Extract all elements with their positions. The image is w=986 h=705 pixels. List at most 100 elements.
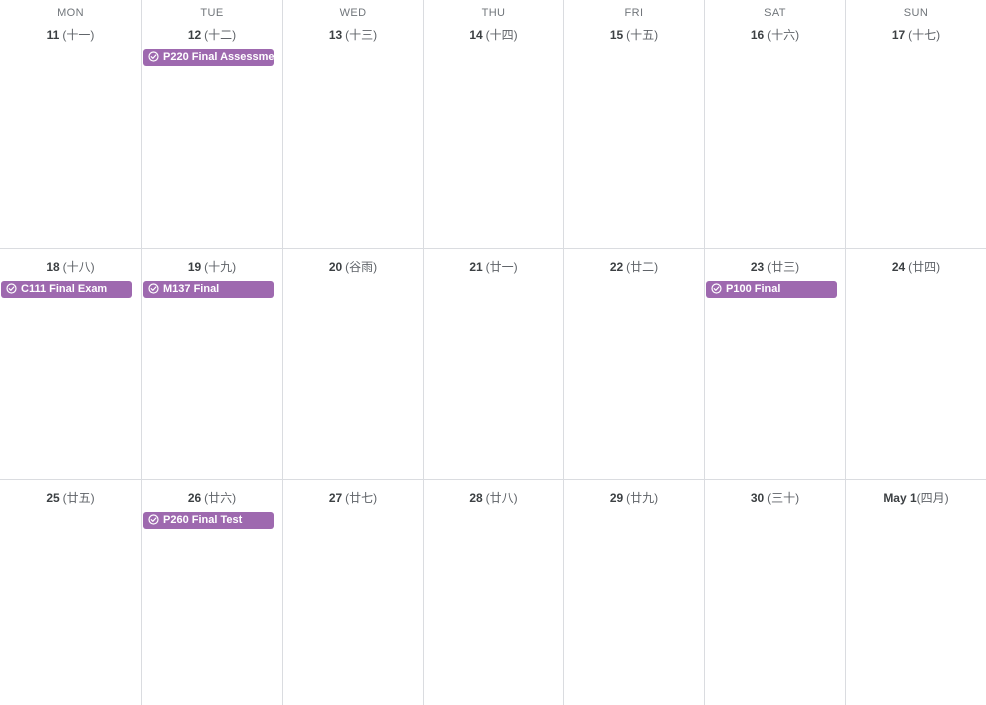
event-title: P220 Final Assessment — [163, 51, 274, 63]
day-cell[interactable]: WED 13 (十三) — [283, 0, 424, 249]
day-cell[interactable]: FRI 15 (十五) — [564, 0, 705, 249]
event-chip[interactable]: P260 Final Test — [143, 512, 274, 529]
date-number: 20 — [328, 260, 343, 274]
lunar-date: (十二) — [204, 28, 237, 42]
date-number: 24 — [891, 260, 906, 274]
day-cell[interactable]: 28 (廿八) — [424, 480, 564, 705]
lunar-date: (谷雨) — [345, 260, 378, 274]
day-number[interactable]: 23 (廿三) — [705, 258, 845, 275]
lunar-date: (廿四) — [908, 260, 941, 274]
event-chip[interactable]: P100 Final — [706, 281, 837, 298]
day-cell[interactable]: 19 (十九) M137 Final — [142, 249, 283, 480]
event-title: C111 Final Exam — [21, 283, 108, 295]
day-number[interactable]: 15 (十五) — [564, 26, 704, 43]
lunar-date: (廿五) — [62, 491, 95, 505]
day-number[interactable]: 27 (廿七) — [283, 489, 423, 506]
task-check-circle-icon — [711, 283, 722, 294]
lunar-date: (廿六) — [204, 491, 237, 505]
date-number: 23 — [750, 260, 765, 274]
day-number[interactable]: 18 (十八) — [0, 258, 141, 275]
day-number[interactable]: 28 (廿八) — [424, 489, 563, 506]
date-number: 16 — [750, 28, 765, 42]
weekday-label: TUE — [200, 7, 224, 19]
day-number[interactable]: 26 (廿六) — [142, 489, 282, 506]
day-cell[interactable]: 26 (廿六) P260 Final Test — [142, 480, 283, 705]
day-number[interactable]: May 1(四月) — [846, 489, 986, 506]
day-cell[interactable]: 24 (廿四) — [846, 249, 986, 480]
day-number[interactable]: 12 (十二) — [142, 26, 282, 43]
day-cell[interactable]: SUN 17 (十七) — [846, 0, 986, 249]
lunar-date: (廿九) — [626, 491, 659, 505]
event-chip[interactable]: P220 Final Assessment — [143, 49, 274, 66]
lunar-date: (廿二) — [626, 260, 659, 274]
day-cell[interactable]: SAT 16 (十六) — [705, 0, 846, 249]
day-cell[interactable]: 20 (谷雨) — [283, 249, 424, 480]
day-cell[interactable]: THU 14 (十四) — [424, 0, 564, 249]
lunar-date: (十五) — [626, 28, 659, 42]
day-cell[interactable]: 18 (十八) C111 Final Exam — [0, 249, 142, 480]
weekday-label: SAT — [764, 7, 786, 19]
day-cell[interactable]: 27 (廿七) — [283, 480, 424, 705]
month-grid: MON 11 (十一) TUE 12 (十二) P220 Final Assessment W… — [0, 0, 986, 705]
task-check-circle-icon — [148, 51, 159, 62]
date-number: 29 — [609, 491, 624, 505]
day-cell[interactable]: May 1(四月) — [846, 480, 986, 705]
lunar-date: (廿三) — [767, 260, 800, 274]
weekday-label: WED — [339, 7, 367, 19]
event-title: M137 Final — [163, 283, 220, 295]
lunar-date: (廿七) — [345, 491, 378, 505]
date-number: 22 — [609, 260, 624, 274]
event-chip[interactable]: M137 Final — [143, 281, 274, 298]
date-number: 12 — [187, 28, 202, 42]
day-number[interactable]: 22 (廿二) — [564, 258, 704, 275]
date-number: 11 — [46, 28, 60, 42]
lunar-date: (四月) — [916, 491, 949, 505]
day-number[interactable]: 24 (廿四) — [846, 258, 986, 275]
day-cell[interactable]: 21 (廿一) — [424, 249, 564, 480]
day-number[interactable]: 11 (十一) — [0, 26, 141, 43]
date-number: 14 — [469, 28, 483, 42]
date-number: 18 — [46, 260, 60, 274]
lunar-date: (廿八) — [485, 491, 518, 505]
day-cell[interactable]: MON 11 (十一) — [0, 0, 142, 249]
date-number: 21 — [469, 260, 483, 274]
day-number[interactable]: 13 (十三) — [283, 26, 423, 43]
date-number: May 1 — [883, 491, 917, 505]
lunar-date: (十四) — [485, 28, 518, 42]
day-cell[interactable]: 29 (廿九) — [564, 480, 705, 705]
day-number[interactable]: 19 (十九) — [142, 258, 282, 275]
date-number: 13 — [328, 28, 343, 42]
day-number[interactable]: 29 (廿九) — [564, 489, 704, 506]
day-number[interactable]: 17 (十七) — [846, 26, 986, 43]
event-chip[interactable]: C111 Final Exam — [1, 281, 132, 298]
weekday-label: SUN — [903, 7, 929, 19]
event-title: P260 Final Test — [163, 514, 243, 526]
weekday-label: FRI — [624, 7, 644, 19]
date-number: 27 — [328, 491, 343, 505]
date-number: 15 — [609, 28, 624, 42]
date-number: 17 — [891, 28, 906, 42]
day-number[interactable]: 16 (十六) — [705, 26, 845, 43]
lunar-date: (十七) — [908, 28, 941, 42]
lunar-date: (十三) — [345, 28, 378, 42]
date-number: 19 — [187, 260, 202, 274]
event-title: P100 Final — [726, 283, 781, 295]
date-number: 25 — [46, 491, 60, 505]
day-cell[interactable]: 22 (廿二) — [564, 249, 705, 480]
day-cell[interactable]: 25 (廿五) — [0, 480, 142, 705]
day-cell[interactable]: 30 (三十) — [705, 480, 846, 705]
day-number[interactable]: 30 (三十) — [705, 489, 845, 506]
lunar-date: (十九) — [204, 260, 237, 274]
day-cell[interactable]: 23 (廿三) P100 Final — [705, 249, 846, 480]
task-check-circle-icon — [148, 283, 159, 294]
day-cell[interactable]: TUE 12 (十二) P220 Final Assessment — [142, 0, 283, 249]
date-number: 26 — [187, 491, 202, 505]
day-number[interactable]: 21 (廿一) — [424, 258, 563, 275]
lunar-date: (十一) — [62, 28, 95, 42]
weekday-label: THU — [481, 7, 506, 19]
day-number[interactable]: 25 (廿五) — [0, 489, 141, 506]
date-number: 30 — [750, 491, 765, 505]
day-number[interactable]: 20 (谷雨) — [283, 258, 423, 275]
date-number: 28 — [469, 491, 483, 505]
day-number[interactable]: 14 (十四) — [424, 26, 563, 43]
